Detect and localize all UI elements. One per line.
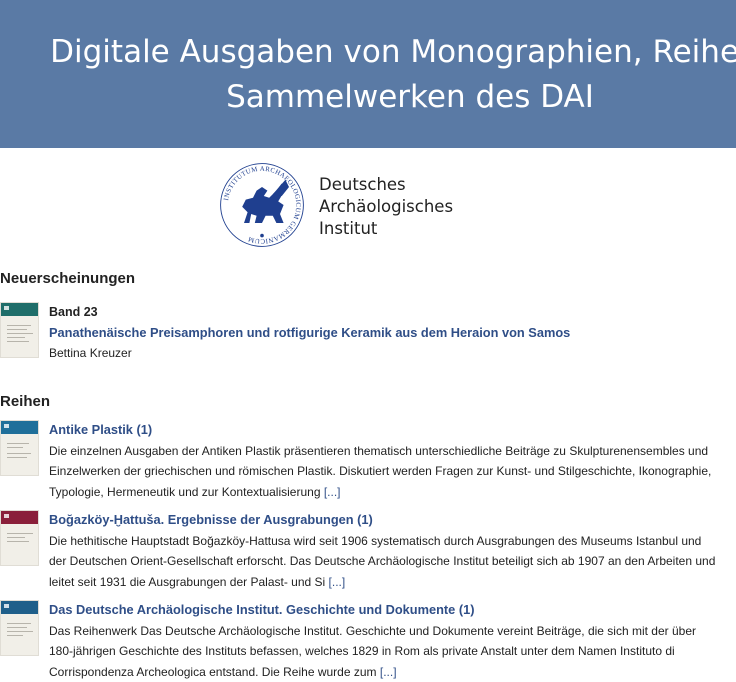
dai-name-line-2: Archäologisches (319, 196, 453, 218)
read-more-link[interactable]: [...] (324, 485, 341, 499)
dai-name-line-3: Institut (319, 218, 453, 240)
read-more-link[interactable]: [...] (329, 575, 346, 589)
desc-line: Das Reihenwerk Das Deutsche Archäologisc… (49, 624, 696, 638)
series-description: Die hethitische Hauptstadt Boğazköy-Hatt… (49, 531, 736, 593)
dai-name-line-1: Deutsches (319, 174, 453, 196)
new-release-title-link[interactable]: Panathenäische Preisamphoren und rotfigu… (49, 323, 736, 344)
desc-line: Typologie, Hermeneutik und zur Kontextua… (49, 485, 321, 499)
desc-line: der Deutschen Orient-Gesellschaft erfors… (49, 554, 715, 568)
read-more-link[interactable]: [...] (380, 665, 397, 679)
series-description: Das Reihenwerk Das Deutsche Archäologisc… (49, 621, 736, 682)
series-title-link[interactable]: Antike Plastik (1) (49, 420, 736, 441)
page-banner: Digitale Ausgaben von Monographien, Reih… (0, 0, 736, 148)
dai-logo[interactable]: INSTITUTUM ARCHAEOLOGICUM GERMANICUM Deu… (217, 160, 477, 250)
desc-line: Corrispondenza Archeologica entstand. Di… (49, 665, 377, 679)
series-description: Die einzelnen Ausgaben der Antiken Plast… (49, 441, 736, 503)
book-cover-thumbnail[interactable] (0, 510, 39, 566)
book-cover-thumbnail[interactable] (0, 600, 39, 656)
book-cover-thumbnail[interactable] (0, 302, 39, 358)
dai-seal-icon: INSTITUTUM ARCHAEOLOGICUM GERMANICUM (217, 160, 307, 250)
series-title-link[interactable]: Das Deutsche Archäologische Institut. Ge… (49, 600, 736, 621)
series-heading: Reihen (0, 393, 50, 410)
dai-name: Deutsches Archäologisches Institut (319, 174, 453, 240)
desc-line: Die einzelnen Ausgaben der Antiken Plast… (49, 444, 708, 458)
desc-line: Die hethitische Hauptstadt Boğazköy-Hatt… (49, 534, 701, 548)
series-title-link[interactable]: Boğazköy-Ḫattuša. Ergebnisse der Ausgrab… (49, 510, 736, 531)
band-number: Band 23 (49, 302, 736, 323)
desc-line: leitet seit 1931 die Ausgrabungen der Pa… (49, 575, 325, 589)
author-name: Bettina Kreuzer (49, 343, 736, 364)
page-title: Digitale Ausgaben von Monographien, Reih… (40, 30, 736, 120)
page-title-line-1: Digitale Ausgaben von Monographien, Reih… (40, 30, 736, 75)
desc-line: Einzelwerken der griechischen und römisc… (49, 464, 711, 478)
page-title-line-2: Sammelwerken des DAI (40, 75, 736, 120)
book-cover-thumbnail[interactable] (0, 420, 39, 476)
new-releases-heading: Neuerscheinungen (0, 270, 135, 287)
desc-line: 180-jährigen Geschichte des Instituts be… (49, 644, 675, 658)
